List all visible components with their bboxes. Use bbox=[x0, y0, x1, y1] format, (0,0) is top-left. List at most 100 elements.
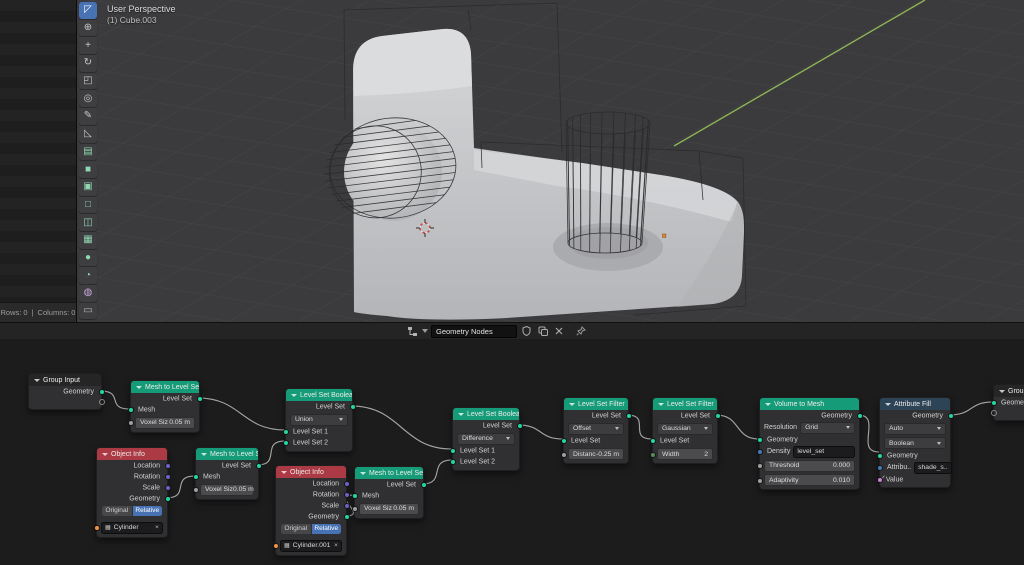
unlink-close-icon[interactable] bbox=[552, 325, 565, 337]
value-slider[interactable]: Voxel Siz0.05 m bbox=[135, 417, 195, 429]
cursor-tool-icon[interactable]: ⊕ bbox=[79, 20, 97, 37]
node-socket[interactable] bbox=[561, 452, 567, 458]
node-header[interactable]: Mesh to Level Set bbox=[196, 448, 258, 460]
collapse-arrow-icon[interactable] bbox=[291, 394, 297, 397]
sphere-quarter-tool-icon[interactable]: ◔ bbox=[79, 267, 97, 284]
node-socket[interactable] bbox=[197, 396, 203, 402]
node-socket[interactable] bbox=[650, 452, 656, 458]
node-header[interactable]: Mesh to Level Set bbox=[355, 467, 423, 479]
node-socket[interactable] bbox=[757, 478, 763, 484]
node-level-set-boolean-2[interactable]: Level Set BooleanLevel SetDifferenceLeve… bbox=[452, 407, 520, 471]
dropdown-volume-to-mesh[interactable]: Grid bbox=[800, 422, 855, 434]
duplicate-icon[interactable] bbox=[536, 325, 549, 337]
node-group-input[interactable]: Group InputGeometry bbox=[28, 373, 102, 410]
node-socket[interactable] bbox=[450, 448, 456, 454]
collapse-arrow-icon[interactable] bbox=[34, 379, 40, 382]
node-socket[interactable] bbox=[757, 463, 763, 469]
node-level-set-filter-2[interactable]: Level Set FilterLevel SetGaussianLevel S… bbox=[652, 397, 718, 464]
node-socket[interactable] bbox=[344, 481, 350, 487]
node-socket[interactable] bbox=[650, 438, 656, 444]
node-socket[interactable] bbox=[352, 506, 358, 512]
object-field[interactable]: ▦Cylinder.001× bbox=[280, 540, 342, 552]
dropdown-level-set-boolean-2[interactable]: Difference bbox=[457, 433, 515, 445]
node-socket[interactable] bbox=[421, 482, 427, 488]
collapse-arrow-icon[interactable] bbox=[999, 390, 1005, 393]
value-slider[interactable]: Distanc-0.25 m bbox=[568, 448, 624, 460]
3d-viewport[interactable]: ◸⊕+↻◰◎✎◺▤■▣□◫▦●◔◍▭ User Perspective (1) … bbox=[77, 0, 1024, 322]
node-socket[interactable] bbox=[344, 492, 350, 498]
node-header[interactable]: Attribute Fill bbox=[880, 398, 950, 410]
value-slider[interactable]: Voxel Siz0.05 m bbox=[200, 484, 254, 496]
primitive-cube-tool-icon[interactable]: ■ bbox=[79, 161, 97, 178]
node-socket[interactable] bbox=[128, 407, 134, 413]
spreadsheet-editor[interactable]: Rows: 0 | Columns: 0 bbox=[0, 0, 77, 322]
node-volume-to-mesh[interactable]: Volume to MeshGeometryResolutionGridGeom… bbox=[759, 397, 860, 490]
dropdown-level-set-boolean-1[interactable]: Union bbox=[290, 414, 348, 426]
node-socket[interactable] bbox=[128, 420, 134, 426]
node-header[interactable]: Volume to Mesh bbox=[760, 398, 859, 410]
rotate-tool-icon[interactable]: ↻ bbox=[79, 55, 97, 72]
node-header[interactable]: Level Set Boolean bbox=[453, 408, 519, 420]
collapse-arrow-icon[interactable] bbox=[885, 403, 891, 406]
primitive-wire-cube-tool-icon[interactable]: ▦ bbox=[79, 232, 97, 249]
fake-user-shield-icon[interactable] bbox=[520, 325, 533, 337]
node-socket[interactable] bbox=[165, 496, 171, 502]
misc-tool-tool-icon[interactable]: ▭ bbox=[79, 303, 97, 320]
measure-tool-icon[interactable]: ◺ bbox=[79, 126, 97, 143]
node-attribute-fill[interactable]: Attribute FillGeometryAutoBooleanGeometr… bbox=[879, 397, 951, 488]
dropdown-level-set-filter-1[interactable]: Offset bbox=[568, 423, 624, 435]
node-socket[interactable] bbox=[877, 453, 883, 459]
node-tree-name-field[interactable]: Geometry Nodes bbox=[431, 325, 517, 338]
primitive-box-tool-icon[interactable]: □ bbox=[79, 197, 97, 214]
node-socket[interactable] bbox=[256, 463, 262, 469]
primitive-inset-tool-icon[interactable]: ▣ bbox=[79, 179, 97, 196]
node-mesh-to-level-set-2[interactable]: Mesh to Level SetLevel SetMeshVoxel Siz0… bbox=[195, 447, 259, 500]
chevron-down-icon[interactable] bbox=[422, 329, 428, 333]
node-socket[interactable] bbox=[99, 399, 105, 405]
value-slider[interactable]: Voxel Siz0.05 m bbox=[359, 503, 419, 515]
original-toggle[interactable]: Original bbox=[102, 506, 132, 516]
lattice-sphere-tool-icon[interactable]: ◍ bbox=[79, 285, 97, 302]
node-socket[interactable] bbox=[283, 440, 289, 446]
node-socket[interactable] bbox=[165, 474, 171, 480]
node-socket[interactable] bbox=[193, 474, 199, 480]
collapse-arrow-icon[interactable] bbox=[102, 453, 108, 456]
node-socket[interactable] bbox=[344, 514, 350, 520]
collapse-arrow-icon[interactable] bbox=[569, 403, 575, 406]
node-header[interactable]: Object Info bbox=[276, 466, 346, 478]
collapse-arrow-icon[interactable] bbox=[765, 403, 771, 406]
node-socket[interactable] bbox=[165, 485, 171, 491]
collapse-arrow-icon[interactable] bbox=[201, 453, 207, 456]
node-socket[interactable] bbox=[99, 389, 105, 395]
value-slider[interactable]: Width2 bbox=[657, 448, 713, 460]
node-group-output[interactable]: Group OutputGeometry bbox=[993, 384, 1024, 421]
node-header[interactable]: Level Set Filter bbox=[564, 398, 628, 410]
dropdown-level-set-filter-2[interactable]: Gaussian bbox=[657, 423, 713, 435]
node-socket[interactable] bbox=[948, 413, 954, 419]
node-header[interactable]: Level Set Boolean bbox=[286, 389, 352, 401]
node-socket[interactable] bbox=[94, 525, 100, 531]
add-cylinder-tool-icon[interactable]: ▤ bbox=[79, 144, 97, 161]
primitive-twin-cubes-tool-icon[interactable]: ◫ bbox=[79, 214, 97, 231]
move-tool-icon[interactable]: + bbox=[79, 37, 97, 54]
node-socket[interactable] bbox=[344, 503, 350, 509]
geometry-nodes-editor[interactable]: Group InputGeometryMesh to Level SetLeve… bbox=[0, 339, 1024, 565]
node-object-info-2[interactable]: Object InfoLocationRotationScaleGeometry… bbox=[275, 465, 347, 556]
collapse-arrow-icon[interactable] bbox=[458, 413, 464, 416]
node-socket[interactable] bbox=[283, 429, 289, 435]
transform-tool-icon[interactable]: ◎ bbox=[79, 90, 97, 107]
relative-toggle[interactable]: Relative bbox=[312, 524, 342, 534]
node-socket[interactable] bbox=[757, 449, 763, 455]
node-socket[interactable] bbox=[857, 413, 863, 419]
node-tree-icon[interactable] bbox=[406, 325, 419, 337]
value-slider[interactable]: Threshold0.000 bbox=[764, 460, 855, 472]
node-header[interactable]: Level Set Filter bbox=[653, 398, 717, 410]
node-socket[interactable] bbox=[877, 465, 883, 471]
node-header[interactable]: Mesh to Level Set bbox=[131, 381, 199, 393]
value-slider[interactable]: Adaptivity0.010 bbox=[764, 474, 855, 486]
node-object-info-1[interactable]: Object InfoLocationRotationScaleGeometry… bbox=[96, 447, 168, 538]
object-field[interactable]: ▦Cylinder× bbox=[101, 522, 163, 534]
node-socket[interactable] bbox=[450, 459, 456, 465]
node-socket[interactable] bbox=[561, 438, 567, 444]
node-level-set-filter-1[interactable]: Level Set FilterLevel SetOffsetLevel Set… bbox=[563, 397, 629, 464]
